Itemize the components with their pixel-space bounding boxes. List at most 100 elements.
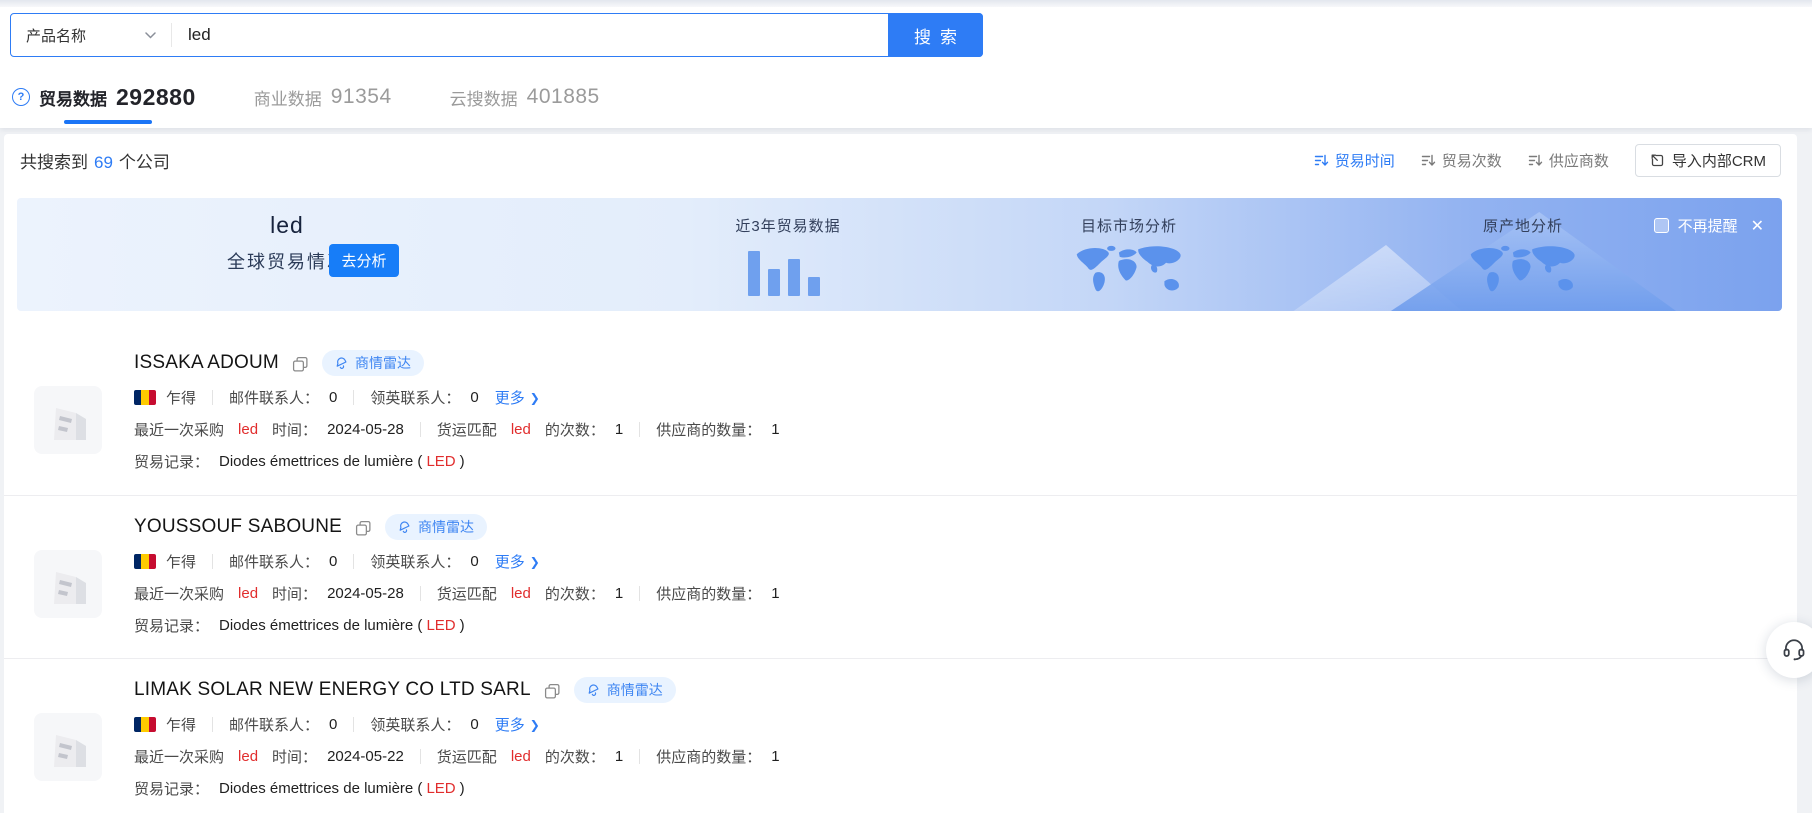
email-contacts-label: 邮件联系人：: [229, 714, 319, 735]
chevron-right-icon: ❯: [530, 718, 540, 732]
search-button[interactable]: 搜索: [888, 13, 983, 57]
tab-label: 贸易数据: [39, 85, 107, 110]
company-card: LIMAK SOLAR NEW ENERGY CO LTD SARL 商情雷达 …: [4, 658, 1797, 813]
company-name[interactable]: LIMAK SOLAR NEW ENERGY CO LTD SARL: [134, 679, 531, 701]
top-strip: [0, 0, 1812, 7]
chad-flag-icon: [134, 717, 156, 732]
company-country: 乍得: [166, 714, 196, 735]
supplier-count-label: 供应商的数量：: [656, 583, 761, 604]
company-name[interactable]: YOUSSOUF SABOUNE: [134, 516, 342, 538]
chevron-right-icon: ❯: [530, 391, 540, 405]
last-purchase-date: 2024-05-28: [327, 585, 404, 602]
trade-record-label: 贸易记录：: [134, 778, 209, 799]
linkedin-contacts-value: 0: [470, 553, 478, 570]
close-icon[interactable]: ✕: [1751, 216, 1764, 236]
dismiss-checkbox[interactable]: [1654, 218, 1669, 233]
sort-trade-count[interactable]: 贸易次数: [1421, 150, 1502, 171]
company-thumbnail: [34, 713, 102, 781]
tab-count: 91354: [331, 85, 392, 109]
trade-record-text: Diodes émettrices de lumière (LED): [219, 617, 465, 634]
result-prefix: 共搜索到: [20, 148, 88, 173]
world-map-icon: [1070, 241, 1188, 303]
more-link[interactable]: 更多 ❯: [495, 714, 540, 735]
results-toolbar: 共搜索到 69 个公司 贸易时间 贸易次数 供应商数 导入内部CRM: [4, 134, 1797, 186]
badge-label: 商情雷达: [355, 353, 411, 373]
help-circle-icon[interactable]: ?: [12, 88, 30, 106]
company-name[interactable]: ISSAKA ADOUM: [134, 352, 279, 374]
supplier-count-label: 供应商的数量：: [656, 746, 761, 767]
sort-label: 贸易次数: [1442, 150, 1502, 171]
linkedin-contacts-value: 0: [470, 389, 478, 406]
supplier-count-value: 1: [771, 585, 779, 602]
import-crm-button[interactable]: 导入内部CRM: [1635, 144, 1781, 177]
freight-match-label-pre: 货运匹配: [437, 419, 497, 440]
linkedin-contacts-label: 领英联系人：: [370, 551, 460, 572]
data-tabs: ? 贸易数据 292880 商业数据 91354 云搜数据 401885: [12, 82, 658, 112]
sort-icon: [1421, 153, 1436, 168]
chevron-right-icon: ❯: [530, 555, 540, 569]
freight-match-label-post: 的次数：: [545, 419, 605, 440]
supplier-count-value: 1: [771, 421, 779, 438]
freight-match-label-post: 的次数：: [545, 746, 605, 767]
tab-cloud-search-data[interactable]: 云搜数据 401885: [450, 82, 600, 112]
trade-record-text: Diodes émettrices de lumière (LED): [219, 453, 465, 470]
keyword-highlight: led: [507, 585, 535, 602]
email-contacts-value: 0: [329, 389, 337, 406]
more-link[interactable]: 更多 ❯: [495, 387, 540, 408]
results-panel: 共搜索到 69 个公司 贸易时间 贸易次数 供应商数 导入内部CRM: [4, 134, 1797, 813]
trade-record-label: 贸易记录：: [134, 615, 209, 636]
freight-match-label-pre: 货运匹配: [437, 746, 497, 767]
toolbar-right: 贸易时间 贸易次数 供应商数 导入内部CRM: [1314, 144, 1781, 177]
badge-label: 商情雷达: [418, 517, 474, 537]
sort-trade-time[interactable]: 贸易时间: [1314, 150, 1395, 171]
copy-icon[interactable]: [292, 356, 309, 373]
building-placeholder-icon: [34, 550, 102, 618]
business-radar-badge[interactable]: 商情雷达: [385, 514, 487, 540]
feature-trade-data: 近3年贸易数据: [723, 215, 853, 296]
sort-icon: [1528, 153, 1543, 168]
tab-business-data[interactable]: 商业数据 91354: [254, 82, 392, 112]
sort-label: 贸易时间: [1335, 150, 1395, 171]
analyze-button[interactable]: 去分析: [329, 244, 399, 277]
result-summary: 共搜索到 69 个公司: [20, 148, 170, 173]
more-label: 更多: [495, 387, 525, 408]
keyword-highlight: led: [507, 421, 535, 438]
copy-icon[interactable]: [544, 683, 561, 700]
tab-trade-data[interactable]: ? 贸易数据 292880: [12, 82, 196, 112]
freight-match-count: 1: [615, 585, 623, 602]
business-radar-badge[interactable]: 商情雷达: [322, 350, 424, 376]
freight-match-count: 1: [615, 748, 623, 765]
search-category-select[interactable]: 产品名称: [11, 14, 171, 56]
search-input[interactable]: [172, 14, 888, 56]
feature-origin-analysis: 原产地分析: [1453, 215, 1593, 307]
building-placeholder-icon: [34, 713, 102, 781]
more-label: 更多: [495, 551, 525, 572]
email-contacts-label: 邮件联系人：: [229, 387, 319, 408]
page-header: 产品名称 搜索 ? 贸易数据 292880 商业数据 91354 云搜数据 40…: [0, 0, 1812, 128]
keyword-highlight: LED: [422, 453, 459, 470]
trade-record-text: Diodes émettrices de lumière (LED): [219, 780, 465, 797]
company-card-body: LIMAK SOLAR NEW ENERGY CO LTD SARL 商情雷达 …: [134, 677, 1797, 803]
company-country: 乍得: [166, 551, 196, 572]
tab-label: 云搜数据: [450, 85, 518, 110]
last-purchase-label-pre: 最近一次采购: [134, 419, 224, 440]
search-bar: 产品名称 搜索: [10, 13, 983, 57]
more-link[interactable]: 更多 ❯: [495, 551, 540, 572]
feature-market-label: 目标市场分析: [1059, 215, 1199, 236]
company-thumbnail: [34, 550, 102, 618]
business-radar-badge[interactable]: 商情雷达: [574, 677, 676, 703]
last-purchase-label-post: 时间：: [272, 583, 317, 604]
result-suffix: 个公司: [119, 148, 170, 173]
copy-icon[interactable]: [355, 520, 372, 537]
freight-match-label-pre: 货运匹配: [437, 583, 497, 604]
sort-supplier-count[interactable]: 供应商数: [1528, 150, 1609, 171]
feature-origin-label: 原产地分析: [1453, 215, 1593, 236]
last-purchase-date: 2024-05-28: [327, 421, 404, 438]
import-crm-label: 导入内部CRM: [1672, 150, 1766, 171]
last-purchase-label-post: 时间：: [272, 746, 317, 767]
analysis-banner: led 全球贸易情况 去分析 近3年贸易数据 目标市场分析: [17, 198, 1782, 311]
keyword-highlight: led: [234, 748, 262, 765]
linkedin-contacts-label: 领英联系人：: [370, 387, 460, 408]
keyword-highlight: led: [507, 748, 535, 765]
world-map-icon: [1464, 241, 1582, 303]
